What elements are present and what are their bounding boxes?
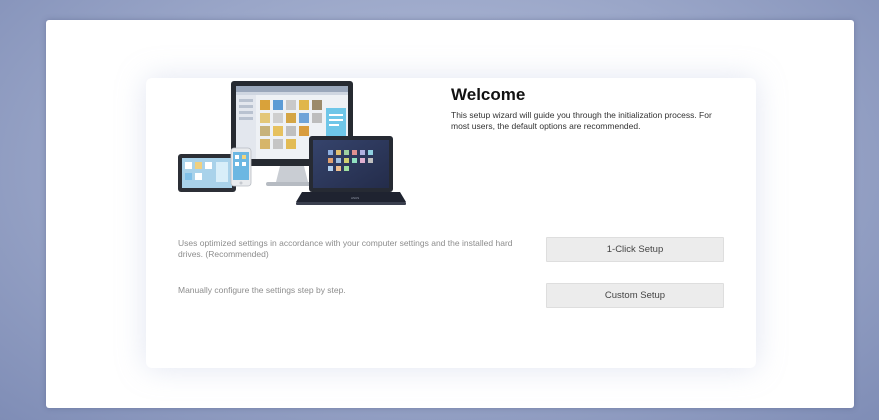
laptop-icon: ASUS — [296, 136, 406, 205]
one-click-setup-description: Uses optimized settings in accordance wi… — [178, 238, 513, 259]
welcome-title: Welcome — [451, 85, 526, 104]
phone-icon — [230, 147, 252, 187]
welcome-description: This setup wizard will guide you through… — [451, 110, 712, 131]
custom-setup-button[interactable]: Custom Setup — [546, 283, 724, 308]
svg-text:ASUS: ASUS — [351, 196, 359, 200]
tablet-icon — [178, 154, 236, 192]
custom-setup-description: Manually configure the settings step by … — [178, 285, 346, 295]
devices-illustration-icon: ASUS — [178, 81, 406, 205]
setup-wizard-card: ASUS Welcome This setup wizard will guid… — [46, 20, 854, 408]
one-click-setup-button[interactable]: 1-Click Setup — [546, 237, 724, 262]
